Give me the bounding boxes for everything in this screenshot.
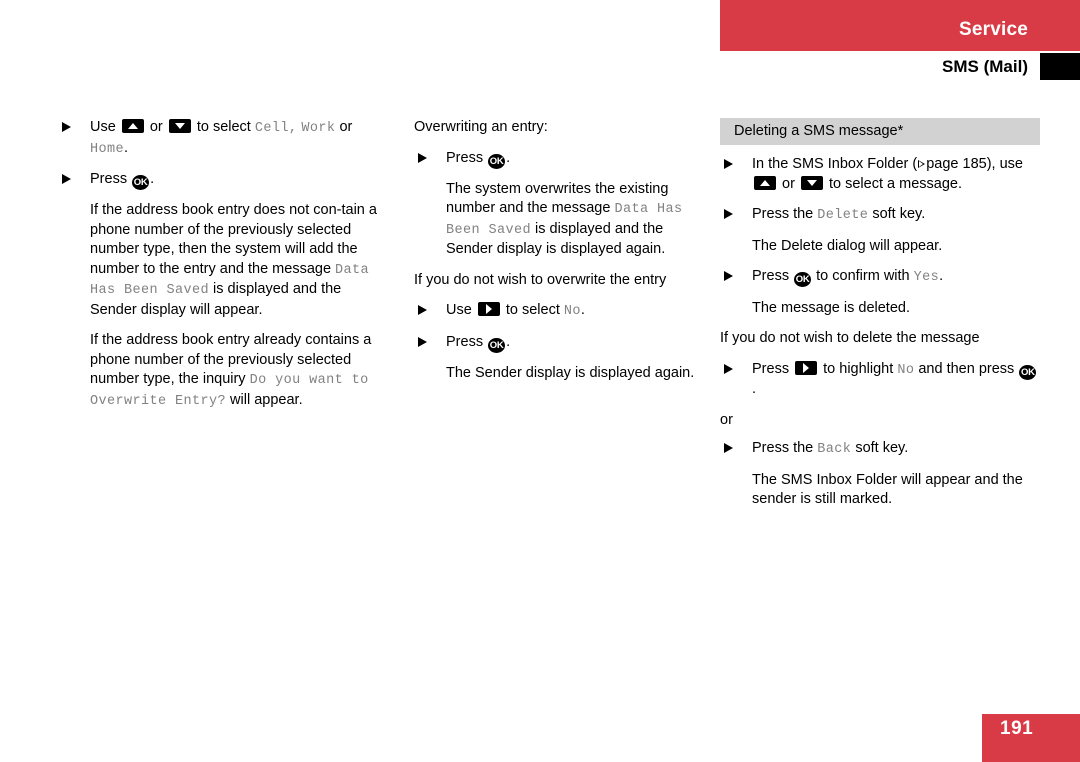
display-value-home: Home: [90, 141, 125, 157]
step-bullet-icon: [418, 152, 427, 163]
step-bullet-icon: [724, 443, 733, 453]
step-bullet-icon: [724, 159, 733, 169]
ok-key-icon: OK: [794, 272, 812, 287]
column-right: Deleting a SMS message* In the SMS Inbox…: [720, 118, 1040, 521]
display-value-work: Work: [301, 121, 336, 136]
step-text-period: .: [124, 139, 129, 156]
step-bullet-icon: [724, 209, 733, 219]
key-up-icon: [121, 119, 144, 133]
lead-in-not-delete: If you do not wish to delete the message: [720, 330, 980, 346]
step-text-post: soft key.: [855, 440, 909, 456]
header-section-title: Service: [958, 19, 1028, 40]
header-chapter-title: SMS (Mail): [942, 57, 1028, 76]
header-tab-marker: [1040, 53, 1080, 80]
lead-in-not-overwrite: If you do not wish to overwrite the entr…: [414, 271, 667, 288]
display-value-cell: Cell,: [254, 121, 298, 136]
step-text-mid: to highlight: [823, 360, 894, 377]
column-middle: Overwriting an entry: Press OK. The syst…: [414, 118, 704, 394]
lead-in-overwriting-entry: Overwriting an entry:: [414, 119, 548, 135]
step-bullet-icon: [418, 336, 427, 347]
column-left: Use or to select Cell, Work or Home. Pre…: [58, 118, 388, 422]
step-text-line2-mid: or: [782, 175, 795, 192]
step-text-period: .: [939, 268, 944, 284]
step-text-pre: Use: [90, 119, 116, 135]
step-text-period: .: [752, 381, 757, 397]
step-press-ok: Press OK.: [58, 170, 388, 190]
step-bullet-icon: [724, 363, 733, 374]
step-press-ok-overwrite: Press OK.: [414, 149, 704, 169]
display-value-yes: Yes: [913, 270, 940, 285]
step-text-post: to select: [505, 302, 560, 318]
note-sender-display-again: The Sender display is displayed again.: [446, 364, 695, 381]
step-press-delete-softkey: Press the Delete soft key.: [720, 205, 1040, 226]
step-text-line2-pre: use: [999, 156, 1023, 172]
step-bullet-icon: [62, 122, 71, 132]
note-entry-with-number: If the address book entry already contai…: [58, 331, 388, 411]
ok-key-icon: OK: [488, 153, 506, 169]
step-highlight-no-press-ok: Press to highlight No and then press OK.: [720, 360, 1040, 400]
note-inbox-folder-appears: The SMS Inbox Folder will appear and the…: [752, 471, 1023, 508]
note-entry-without-number: If the address book entry does not con-t…: [58, 201, 388, 320]
section-heading-deleting-sms: Deleting a SMS message*: [720, 118, 1040, 145]
key-down-icon: [168, 119, 191, 133]
note-delete-dialog-appears: The Delete dialog will appear.: [752, 237, 943, 254]
ok-key-icon: OK: [1019, 364, 1037, 380]
key-right-icon: [477, 302, 500, 316]
note-system-overwrites: The system overwrites the existing numbe…: [414, 180, 704, 260]
key-right-icon: [795, 360, 818, 375]
step-confirm-yes: Press OK to confirm with Yes.: [720, 267, 1040, 288]
step-text-period: .: [580, 302, 585, 318]
step-text-period: .: [506, 149, 511, 166]
step-text-post: to select: [196, 119, 251, 135]
step-text-pre: Press: [446, 149, 484, 166]
step-press-ok-confirm-no: Press OK.: [414, 333, 704, 353]
note-text-b: will appear.: [226, 391, 303, 408]
softkey-label-back: Back: [817, 442, 852, 457]
ok-key-icon: OK: [488, 337, 506, 353]
step-bullet-icon: [418, 305, 427, 315]
note-message-deleted: The message is deleted.: [752, 299, 910, 316]
step-text-line2: press: [978, 360, 1015, 377]
step-bullet-icon: [724, 271, 733, 281]
step-text-mid: or: [149, 119, 163, 135]
step-text-period: .: [150, 171, 155, 187]
step-bullet-icon: [62, 174, 71, 184]
step-text-pre: In the SMS Inbox Folder (: [752, 156, 918, 172]
display-value-no: No: [563, 304, 581, 319]
step-text-pre: Press: [446, 333, 484, 350]
display-value-no: No: [897, 362, 915, 378]
note-text-a: If the address book entry does not con-t…: [90, 202, 377, 277]
step-text-pre: Use: [446, 302, 472, 318]
step-text-post: soft key.: [872, 206, 926, 222]
step-select-number-type: Use or to select Cell, Work or Home.: [58, 118, 388, 159]
step-text-conj: or: [339, 119, 353, 135]
alternative-or-label: or: [720, 411, 733, 428]
step-text-pre: Press the: [752, 206, 814, 222]
step-select-message-in-inbox: In the SMS Inbox Folder (page 185), use …: [720, 155, 1040, 194]
step-text-pre: Press: [752, 360, 790, 377]
step-text-pre: Press: [90, 171, 128, 187]
step-select-no: Use to select No.: [414, 301, 704, 322]
key-down-icon: [800, 175, 823, 190]
step-text-post: and then: [918, 360, 975, 377]
step-press-back-softkey: Press the Back soft key.: [720, 439, 1040, 460]
step-text-line2-post: to select a message.: [829, 175, 962, 192]
key-up-icon: [754, 175, 776, 190]
step-text-period: .: [506, 333, 511, 350]
page-reference-icon: [918, 160, 926, 168]
step-text-pre: Press the: [752, 440, 814, 456]
page-number: 191: [1000, 718, 1034, 739]
ok-key-icon: OK: [132, 175, 150, 190]
page-reference-label: page 185: [926, 156, 987, 172]
softkey-label-delete: Delete: [817, 208, 869, 223]
step-text-mid: to confirm with: [816, 268, 910, 284]
step-text-ref-close: ),: [986, 156, 996, 172]
step-text-pre: Press: [752, 268, 790, 284]
